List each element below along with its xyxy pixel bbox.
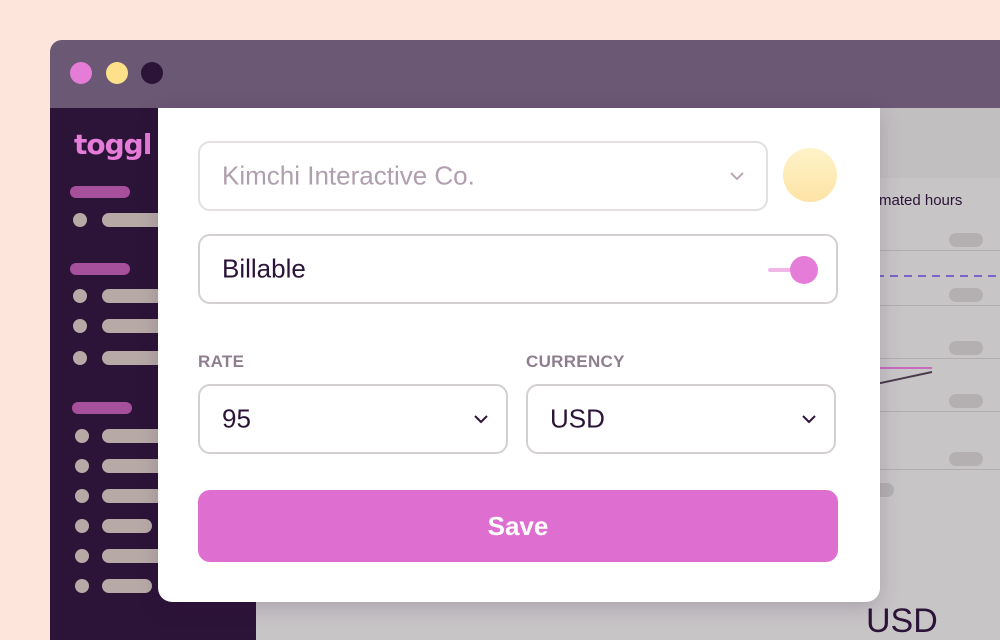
- window-titlebar: [50, 40, 1000, 108]
- grid-value-placeholder: [949, 288, 983, 302]
- billable-field: Billable: [198, 234, 838, 304]
- rate-select[interactable]: 95: [198, 384, 508, 454]
- grid-value-placeholder: [949, 341, 983, 355]
- sidebar-item-bullet: [75, 429, 89, 443]
- sidebar-item-bullet: [75, 489, 89, 503]
- sidebar-section-heading: [70, 186, 130, 198]
- estimate-dashed-line: [876, 275, 1000, 277]
- sidebar-item-bullet: [75, 459, 89, 473]
- sidebar-item-bullet: [75, 519, 89, 533]
- grid-line: [876, 469, 1000, 470]
- client-select[interactable]: Kimchi Interactive Co.: [198, 141, 768, 211]
- chevron-down-icon: [802, 415, 816, 424]
- chevron-down-icon: [730, 172, 744, 181]
- project-color-picker[interactable]: [783, 148, 837, 202]
- grid-line: [876, 358, 1000, 359]
- client-select-value: Kimchi Interactive Co.: [222, 160, 475, 191]
- save-button[interactable]: Save: [198, 490, 838, 562]
- currency-select[interactable]: USD: [526, 384, 836, 454]
- currency-label: CURRENCY: [526, 352, 625, 371]
- rate-value: 95: [222, 403, 251, 434]
- currency-value: USD: [550, 403, 605, 434]
- sidebar-item-bullet: [73, 213, 87, 227]
- sidebar-item-placeholder[interactable]: [102, 519, 152, 533]
- grid-line: [876, 411, 1000, 412]
- sidebar-item-placeholder[interactable]: [102, 579, 152, 593]
- sidebar-item-bullet: [75, 579, 89, 593]
- window-maximize-dot[interactable]: [141, 62, 163, 84]
- sidebar-item-bullet: [73, 351, 87, 365]
- grid-line: [876, 305, 1000, 306]
- rate-label: RATE: [198, 352, 245, 371]
- project-settings-modal: Kimchi Interactive Co. Billable RATE CUR…: [158, 108, 880, 602]
- sidebar-item-bullet: [73, 289, 87, 303]
- window-close-dot[interactable]: [70, 62, 92, 84]
- currency-readout: USD: [866, 602, 938, 640]
- sidebar-item-bullet: [73, 319, 87, 333]
- billable-toggle-knob[interactable]: [790, 256, 818, 284]
- billable-label: Billable: [222, 253, 306, 284]
- scene: toggl t stimated hours USD Kimchi Intera…: [0, 0, 1000, 640]
- window-minimize-dot[interactable]: [106, 62, 128, 84]
- grid-value-placeholder: [949, 394, 983, 408]
- sidebar-section-heading: [72, 402, 132, 414]
- grid-line: [876, 250, 1000, 251]
- grid-value-placeholder: [949, 233, 983, 247]
- sidebar-section-heading: [70, 263, 130, 275]
- trend-line-chart: [876, 367, 933, 385]
- sidebar-item-bullet: [75, 549, 89, 563]
- chevron-down-icon: [474, 415, 488, 424]
- grid-value-placeholder: [949, 452, 983, 466]
